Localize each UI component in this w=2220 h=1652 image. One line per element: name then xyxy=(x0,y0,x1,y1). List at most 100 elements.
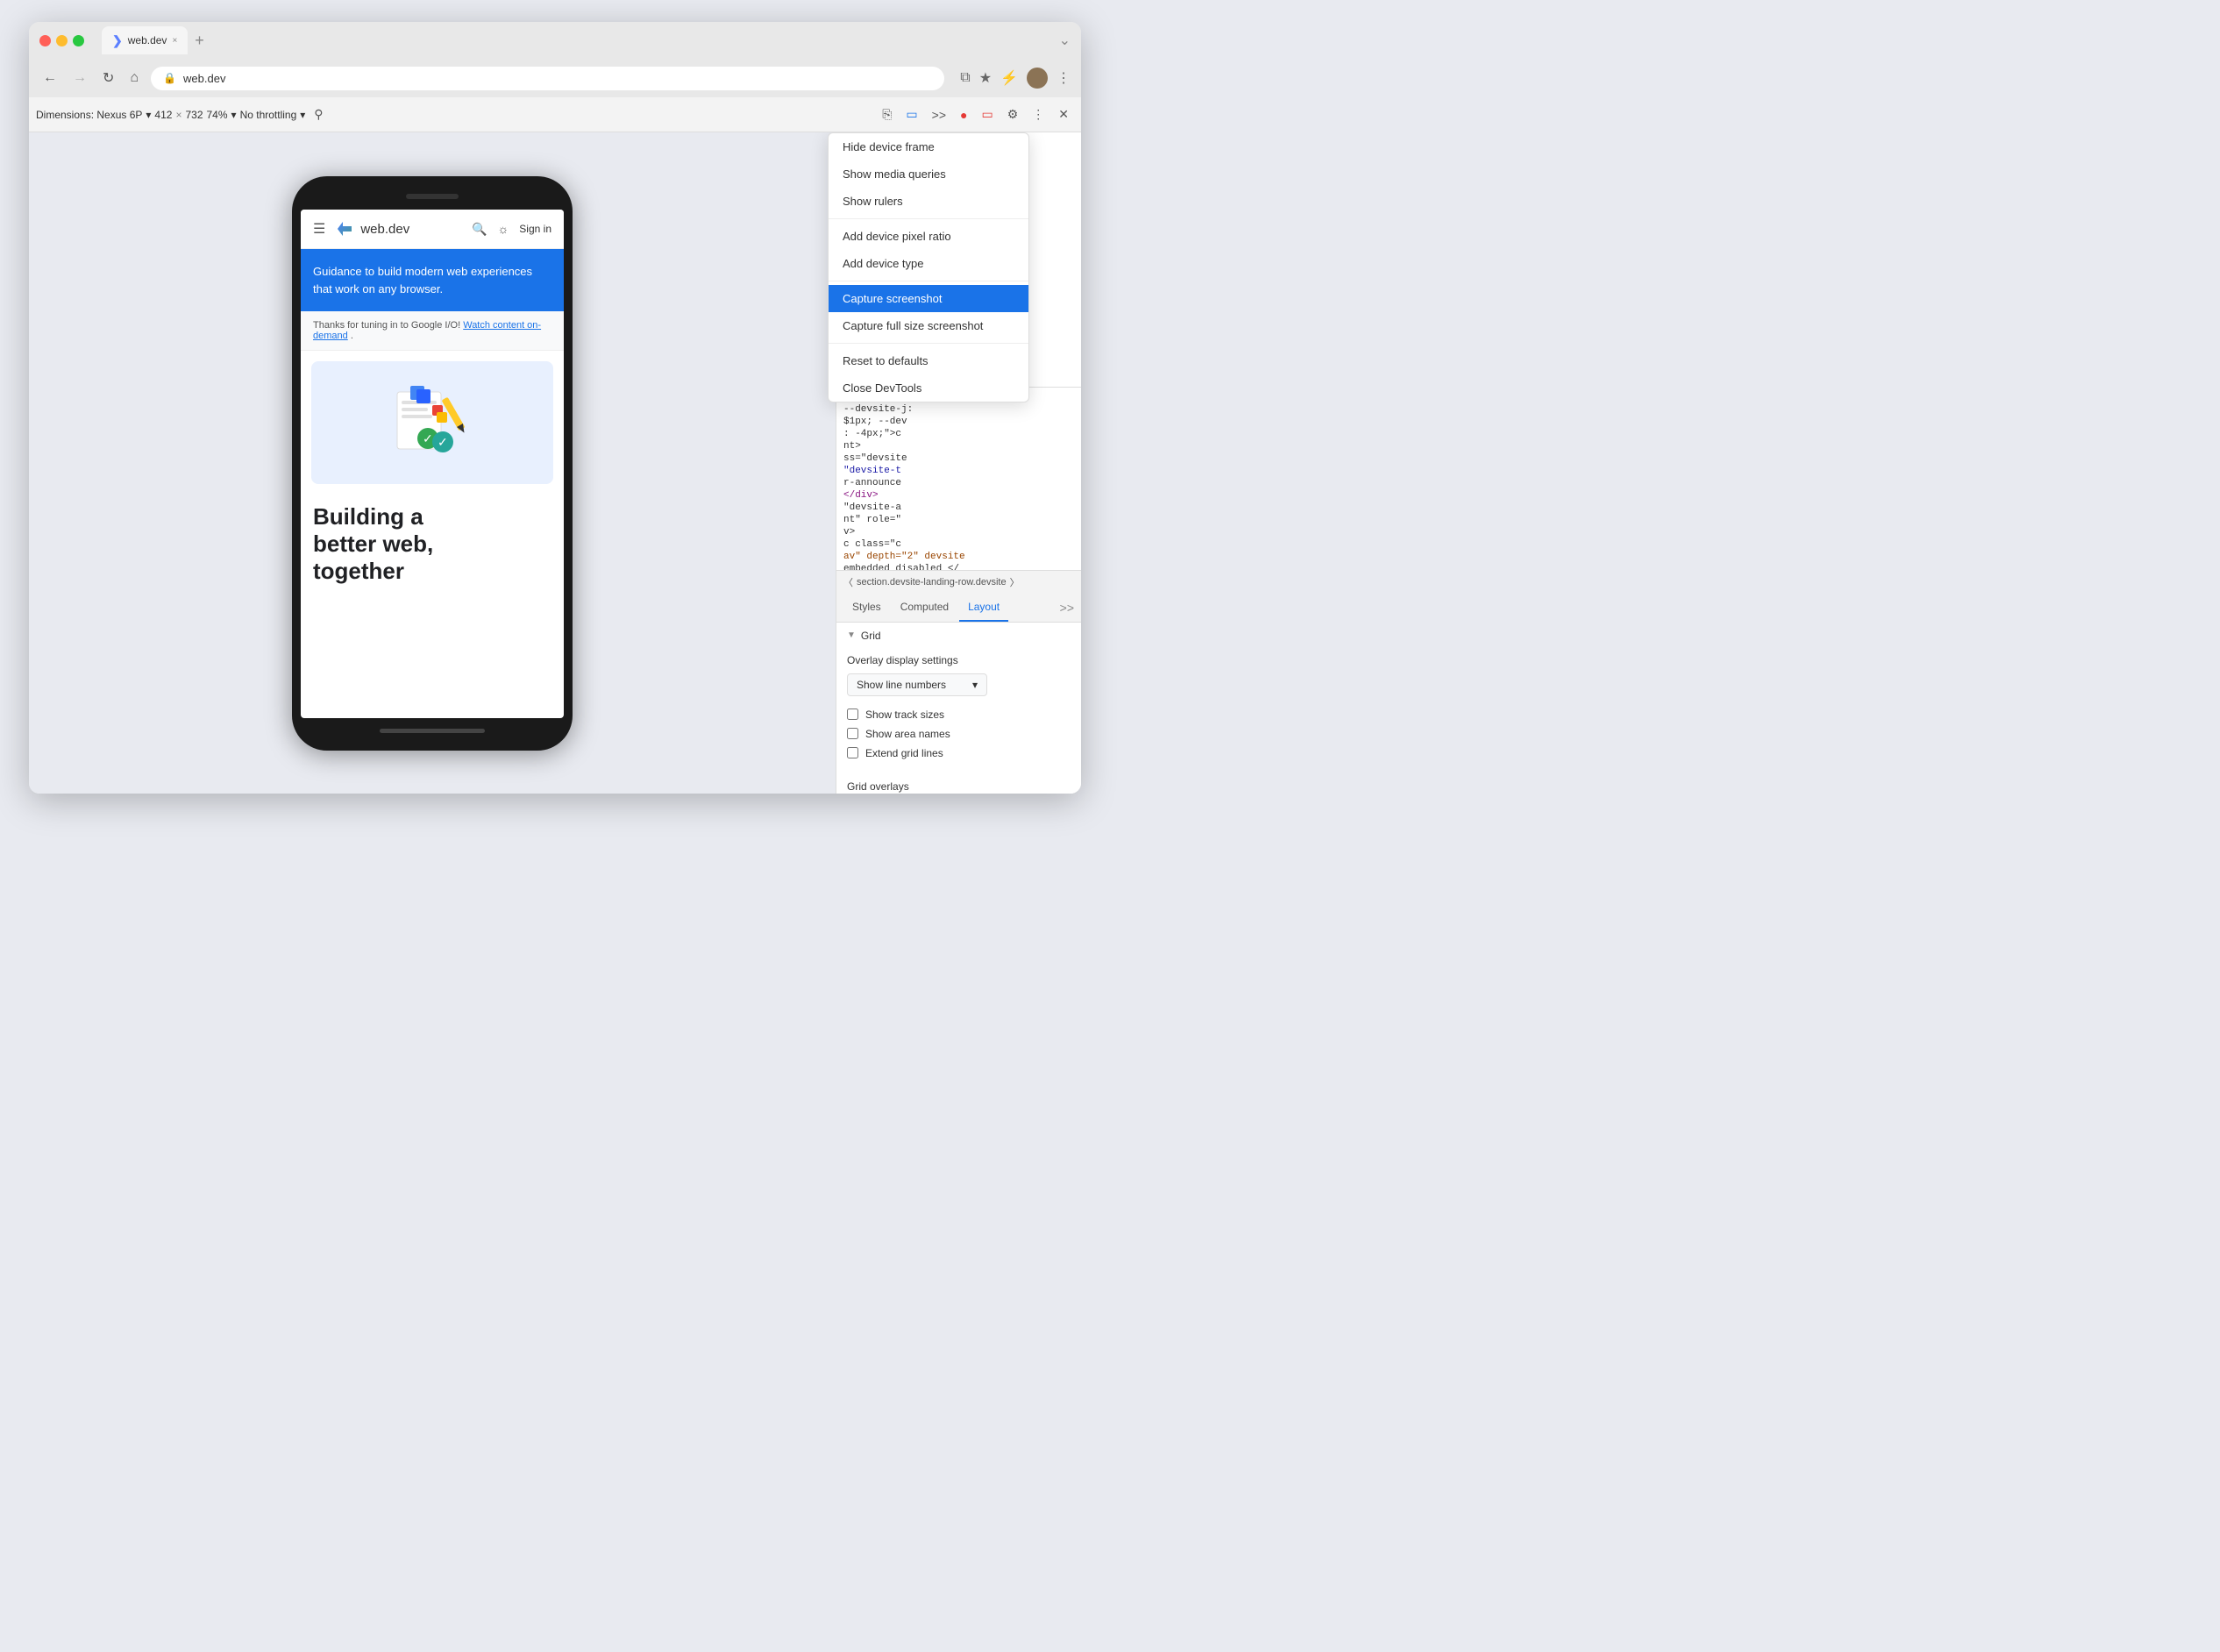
html-line: $1px; --dev xyxy=(840,416,1078,428)
show-rulers-menu-item[interactable]: Show rulers xyxy=(829,188,1028,215)
webdev-headline: Building a better web, together xyxy=(301,495,564,595)
address-bar: ← → ↻ ⌂ 🔒 web.dev ⧉ ★ ⚡ ⋮ xyxy=(29,59,1081,97)
tab-more-button[interactable]: ⌄ xyxy=(1059,32,1071,49)
webdev-nav: ☰ xyxy=(301,210,564,249)
capture-full-size-menu-item[interactable]: Capture full size screenshot xyxy=(829,312,1028,339)
device-mode-button[interactable]: ▭ xyxy=(900,103,922,125)
external-link-icon[interactable]: ⧉ xyxy=(960,70,970,86)
banner-text: Thanks for tuning in to Google I/O! xyxy=(313,320,460,331)
tab-close-button[interactable]: × xyxy=(172,36,177,46)
show-track-sizes-row: Show track sizes xyxy=(847,705,1071,724)
browser-tab[interactable]: ❯ web.dev × xyxy=(102,26,188,54)
new-tab-button[interactable]: + xyxy=(195,32,204,50)
html-line: embedded disabled </ xyxy=(840,563,1078,570)
throttle-selector[interactable]: No throttling ▾ xyxy=(240,109,306,121)
settings-button[interactable]: ⚙ xyxy=(1002,103,1024,125)
webdev-logo: web.dev xyxy=(334,218,409,239)
zoom-dropdown-icon: ▾ xyxy=(231,109,237,121)
height-field[interactable]: 732 xyxy=(185,109,203,121)
device-selector[interactable]: Dimensions: Nexus 6P ▾ xyxy=(36,109,151,121)
html-line: v> xyxy=(840,526,1078,538)
layout-panel: Grid Overlay display settings Show line … xyxy=(836,623,1081,794)
html-line: nt" role=" xyxy=(840,514,1078,526)
devtools-toolbar-right: ⎘ ▭ >> ● ▭ ⚙ ⋮ ✕ xyxy=(877,103,1074,125)
url-display: web.dev xyxy=(183,72,225,85)
show-line-numbers-dropdown[interactable]: Show line numbers ▾ xyxy=(847,673,987,696)
zoom-selector[interactable]: 74% ▾ xyxy=(207,109,237,121)
dropdown-label: Show line numbers xyxy=(857,679,946,691)
illustration-graphic: ✓ ✓ xyxy=(380,379,485,466)
close-button[interactable]: ● xyxy=(955,104,972,125)
hamburger-menu[interactable]: ☰ xyxy=(313,220,325,238)
webdev-banner: Thanks for tuning in to Google I/O! Watc… xyxy=(301,311,564,351)
html-line: nt> xyxy=(840,440,1078,452)
back-button[interactable]: ← xyxy=(39,67,60,89)
user-avatar[interactable] xyxy=(1027,68,1048,89)
grid-overlays-label: Grid overlays xyxy=(847,780,1071,793)
phone-home-indicator xyxy=(380,729,485,733)
theme-icon[interactable]: ☼ xyxy=(497,222,509,236)
devtools-more-button[interactable]: ⋮ xyxy=(1027,103,1050,125)
refresh-button[interactable]: ↻ xyxy=(99,66,117,90)
signin-link[interactable]: Sign in xyxy=(519,223,551,235)
show-area-names-checkbox[interactable] xyxy=(847,728,858,739)
add-device-pixel-ratio-menu-item[interactable]: Add device pixel ratio xyxy=(829,223,1028,250)
devtools-close-button[interactable]: ✕ xyxy=(1053,103,1074,125)
html-line: r-announce xyxy=(840,477,1078,489)
html-line: "devsite-t xyxy=(840,465,1078,477)
hide-device-frame-menu-item[interactable]: Hide device frame xyxy=(829,133,1028,160)
add-device-type-menu-item[interactable]: Add device type xyxy=(829,250,1028,277)
sensors-button[interactable]: ⚲ xyxy=(309,103,328,125)
maximize-button[interactable] xyxy=(73,35,84,46)
height-value: 732 xyxy=(185,109,203,121)
reset-defaults-menu-item[interactable]: Reset to defaults xyxy=(829,347,1028,374)
address-right-icons: ⧉ ★ ⚡ ⋮ xyxy=(960,68,1071,89)
forward-button[interactable]: → xyxy=(69,67,90,89)
panel-tabs: Styles Computed Layout >> xyxy=(836,594,1081,623)
breadcrumb-item[interactable]: section.devsite-landing-row.devsite xyxy=(857,577,1007,587)
home-button[interactable]: ⌂ xyxy=(126,67,142,89)
show-track-sizes-checkbox[interactable] xyxy=(847,709,858,720)
extend-grid-lines-checkbox[interactable] xyxy=(847,747,858,758)
breadcrumb-arrow-right[interactable]: 〉 xyxy=(1010,575,1020,589)
tab-title: web.dev xyxy=(128,34,167,46)
tab-computed[interactable]: Computed xyxy=(892,594,957,622)
address-input[interactable]: 🔒 web.dev xyxy=(151,67,944,90)
dimension-separator: × xyxy=(175,109,181,121)
show-track-sizes-label: Show track sizes xyxy=(865,709,944,721)
headline-line1: Building a xyxy=(313,503,551,530)
device-toolbar-left: Dimensions: Nexus 6P ▾ 412 × 732 74% ▾ N… xyxy=(36,103,329,125)
html-line: "devsite-a xyxy=(840,502,1078,514)
title-bar: ❯ web.dev × + ⌄ xyxy=(29,22,1081,59)
throttle-value: No throttling xyxy=(240,109,297,121)
bookmark-icon[interactable]: ★ xyxy=(979,69,992,87)
panel-tabs-more[interactable]: >> xyxy=(1060,601,1074,615)
close-button[interactable] xyxy=(39,35,51,46)
minimize-button[interactable] xyxy=(56,35,68,46)
more-tools-button[interactable]: >> xyxy=(927,104,951,125)
inspect-button[interactable]: ⎘ xyxy=(877,103,897,125)
html-line: ss="devsite xyxy=(840,452,1078,465)
close-devtools-menu-item[interactable]: Close DevTools xyxy=(829,374,1028,402)
menu-divider-3 xyxy=(829,343,1028,344)
tab-styles[interactable]: Styles xyxy=(843,594,890,622)
html-line: av" depth="2" devsite xyxy=(840,551,1078,563)
capture-screenshot-menu-item[interactable]: Capture screenshot xyxy=(829,285,1028,312)
show-media-queries-menu-item[interactable]: Show media queries xyxy=(829,160,1028,188)
search-icon[interactable]: 🔍 xyxy=(472,222,487,237)
breadcrumb-arrow-left[interactable]: 〈 xyxy=(843,575,853,589)
html-line: c class="c xyxy=(840,538,1078,551)
webdev-favicon: ❯ xyxy=(112,33,123,48)
browser-window: ❯ web.dev × + ⌄ ← → ↻ ⌂ 🔒 web.dev ⧉ ★ ⚡ … xyxy=(29,22,1081,794)
width-field[interactable]: 412 xyxy=(154,109,172,121)
menu-icon[interactable]: ⋮ xyxy=(1057,69,1071,87)
tab-layout[interactable]: Layout xyxy=(959,594,1008,622)
preview-area: ☰ xyxy=(29,132,836,794)
phone-screen: ☰ xyxy=(301,210,564,718)
webdev-logo-text: web.dev xyxy=(360,222,409,237)
throttle-dropdown-icon: ▾ xyxy=(300,109,305,121)
menu-divider-1 xyxy=(829,218,1028,219)
dock-button[interactable]: ▭ xyxy=(976,103,998,125)
devtools-toolbar: Dimensions: Nexus 6P ▾ 412 × 732 74% ▾ N… xyxy=(29,97,1081,132)
extensions-icon[interactable]: ⚡ xyxy=(1000,69,1018,87)
